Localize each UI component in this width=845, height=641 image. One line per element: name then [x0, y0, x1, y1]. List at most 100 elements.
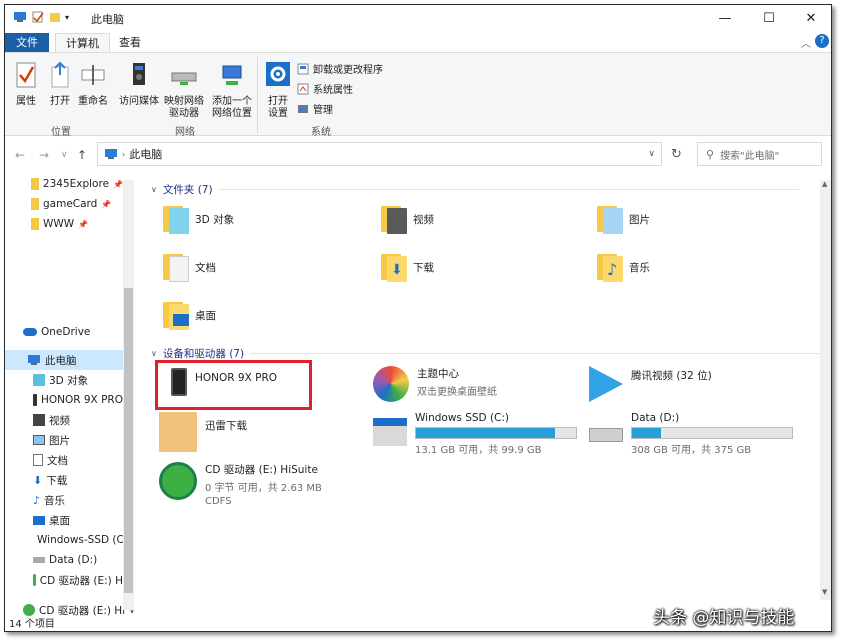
folder-label: 下载: [413, 261, 434, 274]
nav-item-pictures[interactable]: 图片: [33, 430, 123, 450]
open-button[interactable]: 打开: [45, 61, 75, 108]
scroll-up-icon[interactable]: ▲: [822, 180, 827, 188]
nav-scrollbar[interactable]: [123, 180, 134, 610]
content-scrollbar[interactable]: ▲ ▼: [820, 180, 831, 600]
folder-label: 视频: [413, 213, 434, 226]
nav-item-desktop[interactable]: 桌面: [33, 510, 123, 530]
refresh-button[interactable]: ↻: [671, 147, 682, 162]
nav-label: 视频: [49, 414, 70, 427]
up-button[interactable]: ↑: [77, 148, 87, 162]
folder-label: 桌面: [195, 309, 216, 322]
uninstall-icon: [297, 63, 309, 74]
drive-icon: [33, 557, 45, 563]
computer-icon: [105, 149, 117, 159]
nav-item-documents[interactable]: 文档: [33, 450, 123, 470]
add-network-location-button[interactable]: 添加一个 网络位置: [209, 61, 255, 120]
search-box[interactable]: ⚲ 搜索"此电脑": [697, 142, 822, 166]
breadcrumb-this-pc[interactable]: 此电脑: [129, 146, 162, 162]
address-dropdown-icon[interactable]: ∨: [648, 149, 655, 159]
minimize-button[interactable]: —: [705, 5, 745, 31]
folder-label: 图片: [629, 213, 650, 226]
tab-view[interactable]: 查看: [109, 33, 151, 53]
drive-c-usage-fill: [416, 428, 556, 438]
phone-icon: [33, 394, 37, 406]
maximize-button[interactable]: ☐: [749, 5, 789, 31]
open-settings-button[interactable]: 打开 设置: [261, 61, 295, 120]
nav-item-c-drive[interactable]: Windows-SSD (C: [33, 530, 123, 550]
pin-icon: 📌: [101, 199, 112, 209]
device-xunlei[interactable]: 迅雷下载: [159, 412, 247, 452]
close-button[interactable]: ✕: [791, 5, 831, 31]
access-media-button[interactable]: 访问媒体: [117, 61, 161, 108]
hisuite-icon: [159, 462, 197, 500]
nav-label: CD 驱动器 (E:) H: [39, 574, 123, 587]
recent-locations-icon[interactable]: ∨: [61, 150, 68, 160]
nav-item-3d-objects[interactable]: 3D 对象: [33, 370, 123, 390]
folder-icon: [381, 204, 407, 234]
tab-computer[interactable]: 计算机: [55, 33, 110, 53]
folder-downloads[interactable]: ⬇ 下载: [381, 252, 434, 282]
manage-button[interactable]: 管理: [297, 101, 333, 116]
nav-scrollbar-thumb[interactable]: [124, 288, 133, 593]
rename-label: 重命名: [78, 96, 108, 107]
ribbon: 属性 打开 重命名 访问媒体 映射网络 驱动器 添加一个 网络位置 打开 设置: [5, 52, 831, 138]
cube-icon: [33, 374, 45, 386]
drive-c[interactable]: Windows SSD (C:) 13.1 GB 可用，共 99.9 GB: [373, 412, 577, 456]
folder-pictures[interactable]: 图片: [597, 204, 650, 234]
film-icon: [33, 414, 45, 426]
devices-section-label: 设备和驱动器 (7): [162, 348, 245, 360]
properties-button[interactable]: 属性: [11, 61, 41, 108]
folder-label: 音乐: [629, 261, 650, 274]
drive-label: CD 驱动器 (E:) HiSuite: [205, 464, 318, 476]
nav-item-videos[interactable]: 视频: [33, 410, 123, 430]
folder-videos[interactable]: 视频: [381, 204, 434, 234]
nav-label: 下载: [46, 474, 68, 487]
nav-item-d-drive[interactable]: Data (D:): [33, 550, 123, 570]
explorer-window: ▾ 此电脑 — ☐ ✕ 文件 计算机 查看 ︿ ? 属性 打开 重命名 访问媒体: [4, 4, 832, 632]
drive-d[interactable]: Data (D:) 308 GB 可用，共 375 GB: [589, 412, 793, 456]
devices-section-header[interactable]: ∨ 设备和驱动器 (7): [151, 346, 820, 361]
back-button[interactable]: ←: [15, 148, 25, 162]
help-icon[interactable]: ?: [815, 34, 829, 48]
nav-label: 桌面: [49, 514, 70, 527]
xunlei-icon: [159, 412, 197, 452]
folder-desktop[interactable]: 桌面: [163, 300, 216, 330]
system-properties-button[interactable]: 系统属性: [297, 81, 353, 96]
nav-item-quick-0[interactable]: 2345Explore 📌: [31, 174, 123, 194]
nav-item-this-pc[interactable]: 此电脑: [5, 350, 123, 370]
status-bar-item-count: 14 个项目: [9, 619, 55, 630]
nav-item-quick-2[interactable]: WWW 📌: [31, 214, 123, 234]
folder-music[interactable]: ♪ 音乐: [597, 252, 650, 282]
uninstall-program-button[interactable]: 卸载或更改程序: [297, 61, 383, 76]
nav-item-music[interactable]: ♪ 音乐: [33, 490, 123, 510]
folder-icon: ⬇: [381, 252, 407, 282]
properties-quick-icon[interactable]: [31, 11, 45, 23]
map-drive-label-2: 驱动器: [169, 108, 199, 119]
nav-item-cd-drive[interactable]: CD 驱动器 (E:) H: [33, 570, 123, 590]
ribbon-tabs: 文件 计算机 查看 ︿ ?: [5, 31, 831, 53]
quick-access-dropdown-icon[interactable]: ▾: [65, 13, 69, 22]
cloud-icon: [23, 328, 37, 336]
nav-label: Data (D:): [49, 554, 98, 566]
nav-item-honor[interactable]: HONOR 9X PRO: [33, 390, 123, 410]
folder-3d-objects[interactable]: 3D 对象: [163, 204, 234, 234]
map-network-drive-button[interactable]: 映射网络 驱动器: [161, 61, 207, 120]
new-folder-quick-icon[interactable]: [49, 11, 61, 23]
tab-file[interactable]: 文件: [5, 33, 49, 53]
folder-documents[interactable]: 文档: [163, 252, 216, 282]
forward-button[interactable]: →: [39, 148, 49, 162]
device-theme-center[interactable]: 主题中心 双击更换桌面壁纸: [373, 366, 497, 402]
scroll-down-icon[interactable]: ▼: [822, 588, 827, 596]
address-bar[interactable]: › 此电脑 ∨: [97, 142, 662, 166]
folders-section-header[interactable]: ∨ 文件夹 (7): [151, 182, 799, 197]
device-tencent-video[interactable]: 腾讯视频 (32 位): [589, 366, 712, 402]
group-label-location: 位置: [51, 127, 71, 138]
drive-cd-hisuite[interactable]: CD 驱动器 (E:) HiSuite 0 字节 可用，共 2.63 MB CD…: [159, 462, 322, 507]
rename-button[interactable]: 重命名: [75, 61, 111, 108]
address-row: ← → ∨ ↑ › 此电脑 ∨ ↻ ⚲ 搜索"此电脑": [5, 138, 831, 172]
collapse-ribbon-icon[interactable]: ︿: [801, 35, 811, 50]
nav-item-downloads[interactable]: ⬇ 下载: [33, 470, 123, 490]
windows-drive-icon: [373, 418, 407, 446]
nav-item-quick-1[interactable]: gameCard 📌: [31, 194, 123, 214]
device-label: 主题中心: [417, 368, 459, 380]
